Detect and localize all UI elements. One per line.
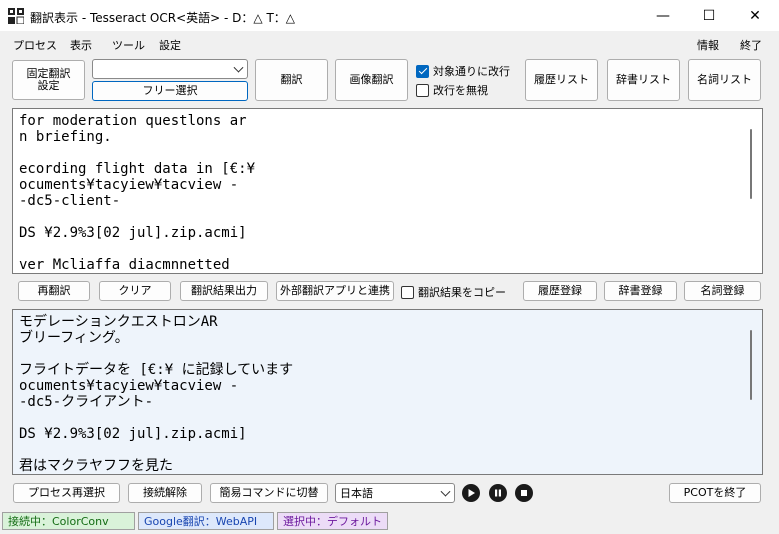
disconnect-label: 接続解除 (143, 486, 187, 499)
source-text-area[interactable]: for moderation questlons ar n briefing. … (12, 108, 763, 274)
translated-line: モデレーションクエストロンAR (19, 314, 218, 330)
menu-view[interactable]: 表示 (70, 37, 92, 53)
maximize-icon: ☐ (702, 8, 716, 24)
checkbox-unchecked-icon (416, 83, 429, 97)
checkbox-unchecked-icon (401, 285, 414, 299)
noun-list-button[interactable]: 名詞リスト (688, 59, 761, 101)
translated-line: フライトデータを [€:¥ に記録しています (19, 362, 294, 378)
source-line: DS ¥2.9%3[02 jul].zip.acmi] (19, 225, 247, 241)
source-line: n briefing. (19, 129, 112, 145)
source-line: for moderation questlons ar (19, 113, 247, 129)
pause-icon[interactable] (489, 484, 507, 502)
minimize-icon: — (656, 8, 670, 24)
chevron-down-icon (440, 486, 451, 497)
dictionary-list-label: 辞書リスト (616, 73, 671, 86)
checkbox-checked-icon (416, 64, 429, 78)
register-history-button[interactable]: 履歴登録 (523, 281, 597, 301)
history-list-button[interactable]: 履歴リスト (525, 59, 598, 101)
register-noun-button[interactable]: 名詞登録 (684, 281, 761, 301)
exit-pcot-button[interactable]: PCOTを終了 (669, 483, 761, 503)
translate-button[interactable]: 翻訳 (255, 59, 328, 101)
source-line (19, 241, 756, 257)
fixed-settings-label-2: 設定 (37, 79, 60, 92)
translate-label: 翻訳 (280, 73, 303, 86)
maximize-button[interactable]: ☐ (686, 0, 732, 32)
external-app-link-label: 外部翻訳アプリと連携 (280, 284, 390, 297)
menu-bar: プロセス 表示 ツール 設定 情報 終了 (0, 33, 779, 55)
play-icon[interactable] (462, 484, 480, 502)
translated-line: ブリーフィング。 (19, 330, 129, 346)
exit-pcot-label: PCOTを終了 (683, 486, 747, 499)
ignore-newline-label: 改行を無視 (433, 84, 488, 97)
wrap-as-target-label: 対象通りに改行 (433, 65, 510, 78)
fixed-translation-settings-button[interactable]: 固定翻訳 設定 (12, 60, 85, 100)
translated-line: ocuments¥tacyiew¥tacview - (19, 378, 239, 394)
free-select-button[interactable]: フリー選択 (92, 81, 248, 101)
stop-icon[interactable] (515, 484, 533, 502)
history-list-label: 履歴リスト (534, 73, 589, 86)
source-line (19, 209, 756, 225)
target-select[interactable] (92, 59, 248, 79)
copy-result-checkbox[interactable]: 翻訳結果をコピー (401, 284, 506, 300)
menu-process[interactable]: プロセス (13, 37, 57, 53)
clear-button[interactable]: クリア (99, 281, 171, 301)
translated-text-area[interactable]: モデレーションクエストロンAR ブリーフィング。 フライトデータを [€:¥ に… (12, 309, 763, 475)
chevron-down-icon (233, 62, 244, 73)
register-dictionary-button[interactable]: 辞書登録 (604, 281, 677, 301)
register-dictionary-label: 辞書登録 (618, 284, 663, 297)
source-scrollbar-thumb[interactable] (750, 129, 752, 199)
translated-line (19, 346, 756, 362)
translated-scrollbar[interactable] (740, 310, 762, 474)
status-connected: 接続中：ColorConv (2, 512, 135, 530)
wrap-as-target-checkbox[interactable]: 対象通りに改行 (416, 63, 510, 79)
source-scrollbar[interactable] (740, 109, 762, 273)
dictionary-list-button[interactable]: 辞書リスト (607, 59, 680, 101)
translated-line (19, 410, 756, 426)
reselect-process-button[interactable]: プロセス再選択 (13, 483, 120, 503)
menu-settings[interactable]: 設定 (159, 37, 181, 53)
close-icon: ✕ (749, 8, 761, 24)
status-google-translate: Google翻訳：WebAPI (138, 512, 274, 530)
status-selected: 選択中：デフォルト (277, 512, 388, 530)
minimize-button[interactable]: — (640, 0, 686, 32)
translated-line (19, 442, 756, 458)
ignore-newline-checkbox[interactable]: 改行を無視 (416, 82, 488, 98)
register-noun-label: 名詞登録 (700, 284, 745, 297)
retranslate-button[interactable]: 再翻訳 (18, 281, 90, 301)
register-history-label: 履歴登録 (538, 284, 582, 297)
close-button[interactable]: ✕ (732, 0, 778, 32)
image-translate-label: 画像翻訳 (349, 73, 394, 86)
translated-scrollbar-thumb[interactable] (750, 330, 752, 400)
image-translate-button[interactable]: 画像翻訳 (335, 59, 408, 101)
external-app-link-button[interactable]: 外部翻訳アプリと連携 (276, 281, 394, 301)
translated-line: -dc5-クライアント- (19, 394, 154, 410)
source-line (19, 145, 756, 161)
menu-info[interactable]: 情報 (697, 37, 719, 53)
translated-line: 君はマクラヤフフを見た (19, 458, 173, 474)
output-result-label: 翻訳結果出力 (191, 284, 257, 297)
source-line: ver Mcliaffa diacmnnetted (19, 257, 230, 273)
copy-result-label: 翻訳結果をコピー (418, 286, 506, 299)
window-title: 翻訳表示 - Tesseract OCR<英語> - D：△ T：△ (30, 11, 295, 25)
menu-tools[interactable]: ツール (112, 37, 145, 53)
disconnect-button[interactable]: 接続解除 (128, 483, 202, 503)
app-icon (8, 8, 25, 25)
simple-command-button[interactable]: 簡易コマンドに切替 (210, 483, 328, 503)
simple-command-label: 簡易コマンドに切替 (219, 486, 319, 499)
clear-label: クリア (118, 284, 152, 297)
title-bar: 翻訳表示 - Tesseract OCR<英語> - D：△ T：△ — ☐ ✕ (0, 0, 779, 32)
translated-line: DS ¥2.9%3[02 jul].zip.acmi] (19, 426, 247, 442)
reselect-process-label: プロセス再選択 (28, 486, 105, 499)
menu-exit[interactable]: 終了 (740, 37, 762, 53)
noun-list-label: 名詞リスト (697, 73, 752, 86)
language-select-value: 日本語 (340, 487, 373, 500)
free-select-label: フリー選択 (142, 84, 198, 97)
status-bar: 接続中：ColorConv Google翻訳：WebAPI 選択中：デフォルト (0, 510, 779, 534)
language-select[interactable]: 日本語 (335, 483, 455, 503)
source-line: ecording flight data in [€:¥ (19, 161, 256, 177)
retranslate-label: 再翻訳 (37, 284, 71, 297)
source-line: ocuments¥tacyiew¥tacview - (19, 177, 239, 193)
source-line: -dc5-client- (19, 193, 121, 209)
output-result-button[interactable]: 翻訳結果出力 (180, 281, 268, 301)
